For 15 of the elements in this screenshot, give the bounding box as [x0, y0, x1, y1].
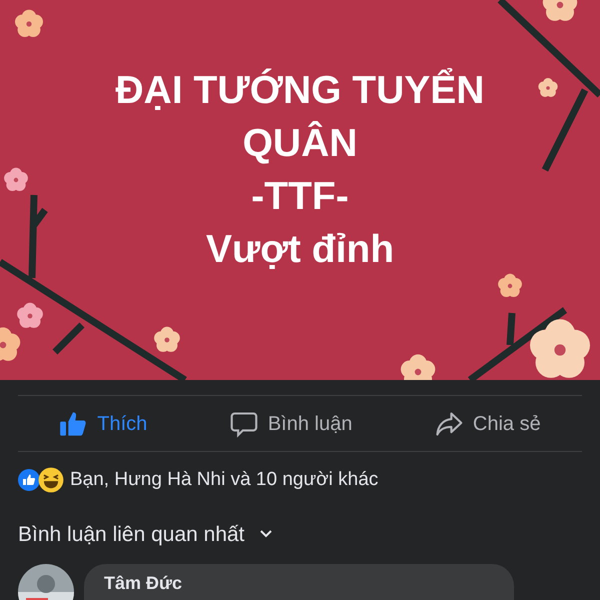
- post-text-line: -TTF-: [251, 174, 349, 220]
- comment-button[interactable]: Bình luận: [222, 404, 360, 442]
- comment-sort-dropdown[interactable]: Bình luận liên quan nhất: [18, 518, 273, 550]
- post-text-line: Vượt đỉnh: [206, 227, 394, 273]
- thumbs-up-icon: [59, 410, 88, 438]
- laughing-emoji-icon: [38, 467, 64, 494]
- like-reaction-icon: [18, 469, 40, 492]
- comment-author[interactable]: Tâm Đức: [84, 564, 514, 600]
- share-arrow-icon: [434, 410, 463, 438]
- speech-bubble-icon: [230, 410, 258, 438]
- share-button[interactable]: Chia sẻ: [426, 404, 549, 442]
- reactions-summary[interactable]: Bạn, Hưng Hà Nhi và 10 người khác: [70, 466, 378, 494]
- like-button[interactable]: Thích: [51, 404, 156, 442]
- chevron-down-icon: [258, 529, 273, 540]
- post-text-line: ĐẠI TƯỚNG TUYỂN QUÂN: [114, 67, 486, 167]
